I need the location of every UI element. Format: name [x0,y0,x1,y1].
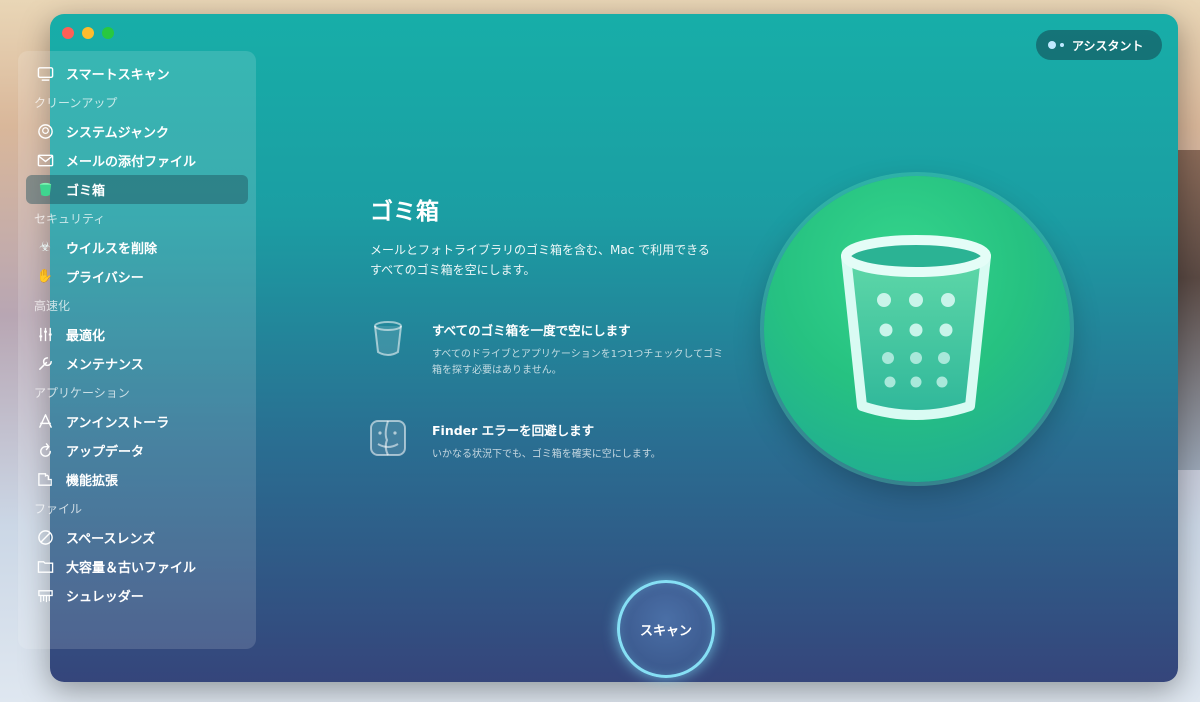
sidebar: スマートスキャン クリーンアップ システムジャンク メールの添付ファイル ゴミ箱… [18,51,256,649]
sidebar-item-label: アンインストーラ [66,416,170,431]
finder-icon [370,420,406,460]
shredder-icon [36,587,54,605]
sidebar-item-label: スペースレンズ [66,532,156,547]
mail-icon [36,152,54,170]
close-button[interactable] [62,27,74,39]
sidebar-item-privacy[interactable]: ✋ プライバシー [26,262,248,291]
sidebar-item-updater[interactable]: アップデータ [26,436,248,465]
feature-item: Finder エラーを回避します いかなる状況下でも、ゴミ箱を確実に空にします。 [370,420,740,463]
sidebar-item-label: プライバシー [66,271,144,286]
sidebar-item-label: 機能拡張 [66,474,119,489]
sidebar-item-label: ゴミ箱 [66,184,106,199]
window-controls [62,27,114,39]
sidebar-item-maintenance[interactable]: メンテナンス [26,349,248,378]
section-title-speed: 高速化 [34,299,71,313]
sidebar-item-system-junk[interactable]: システムジャンク [26,117,248,146]
assistant-button[interactable]: アシスタント [1036,30,1162,60]
sidebar-item-label: スマートスキャン [66,68,170,83]
feature-description: すべてのドライブとアプリケーションを1つ1つチェックしてゴミ箱を探す必要はありま… [432,349,724,376]
sidebar-item-label: メールの添付ファイル [66,155,197,170]
sidebar-item-optimization[interactable]: 最適化 [26,320,248,349]
smart-scan-icon [36,65,54,83]
extensions-icon [36,471,54,489]
sidebar-item-label: 大容量＆古いファイル [66,561,197,576]
scan-button[interactable]: スキャン [617,580,715,678]
app-uninstaller-icon [36,413,54,431]
feature-title: すべてのゴミ箱を一度で空にします [432,323,631,338]
system-junk-icon [36,123,54,141]
updater-icon [36,442,54,460]
sidebar-item-shredder[interactable]: シュレッダー [26,581,248,610]
sidebar-item-remove-virus[interactable]: ☣ ウイルスを削除 [26,233,248,262]
section-title-files: ファイル [34,502,83,516]
sidebar-item-label: ウイルスを削除 [66,242,158,257]
folder-icon [36,558,54,576]
sidebar-item-label: 最適化 [66,329,106,344]
biohazard-icon: ☣ [39,240,51,255]
feature-item: すべてのゴミ箱を一度で空にします すべてのドライブとアプリケーションを1つ1つチ… [370,320,740,379]
feature-title: Finder エラーを回避します [432,423,595,438]
assistant-icon [1048,41,1064,49]
section-title-cleanup: クリーンアップ [34,96,118,110]
section-title-security: セキュリティ [34,212,106,226]
assistant-label: アシスタント [1072,38,1144,53]
page-description: メールとフォトライブラリのゴミ箱を含む、Mac で利用できるすべてのゴミ箱を空に… [370,243,710,277]
sidebar-item-space-lens[interactable]: スペースレンズ [26,523,248,552]
section-title-applications: アプリケーション [34,386,130,400]
sliders-icon [36,326,54,344]
sidebar-item-label: アップデータ [66,445,145,460]
main-content: ゴミ箱 メールとフォトライブラリのゴミ箱を含む、Mac で利用できるすべてのゴミ… [370,192,740,460]
sidebar-item-extensions[interactable]: 機能拡張 [26,465,248,494]
sidebar-item-uninstaller[interactable]: アンインストーラ [26,407,248,436]
minimize-button[interactable] [82,27,94,39]
sidebar-item-trash[interactable]: ゴミ箱 [26,175,248,204]
zoom-button[interactable] [102,27,114,39]
sidebar-item-label: シュレッダー [66,590,144,605]
wrench-icon [36,355,54,373]
scan-button-label: スキャン [639,623,692,639]
page-title: ゴミ箱 [370,199,439,225]
trash-bin-icon [841,235,991,420]
trash-illustration [764,176,1070,482]
sidebar-item-smart-scan[interactable]: スマートスキャン [26,59,248,88]
space-lens-icon [36,529,54,547]
sidebar-item-mail-attachments[interactable]: メールの添付ファイル [26,146,248,175]
hand-icon: ✋ [36,269,54,284]
trash-outline-icon [370,320,406,360]
trash-icon [36,181,54,199]
sidebar-item-label: メンテナンス [66,358,144,373]
sidebar-item-large-old-files[interactable]: 大容量＆古いファイル [26,552,248,581]
feature-description: いかなる状況下でも、ゴミ箱を確実に空にします。 [432,449,661,460]
sidebar-item-label: システムジャンク [66,126,169,141]
